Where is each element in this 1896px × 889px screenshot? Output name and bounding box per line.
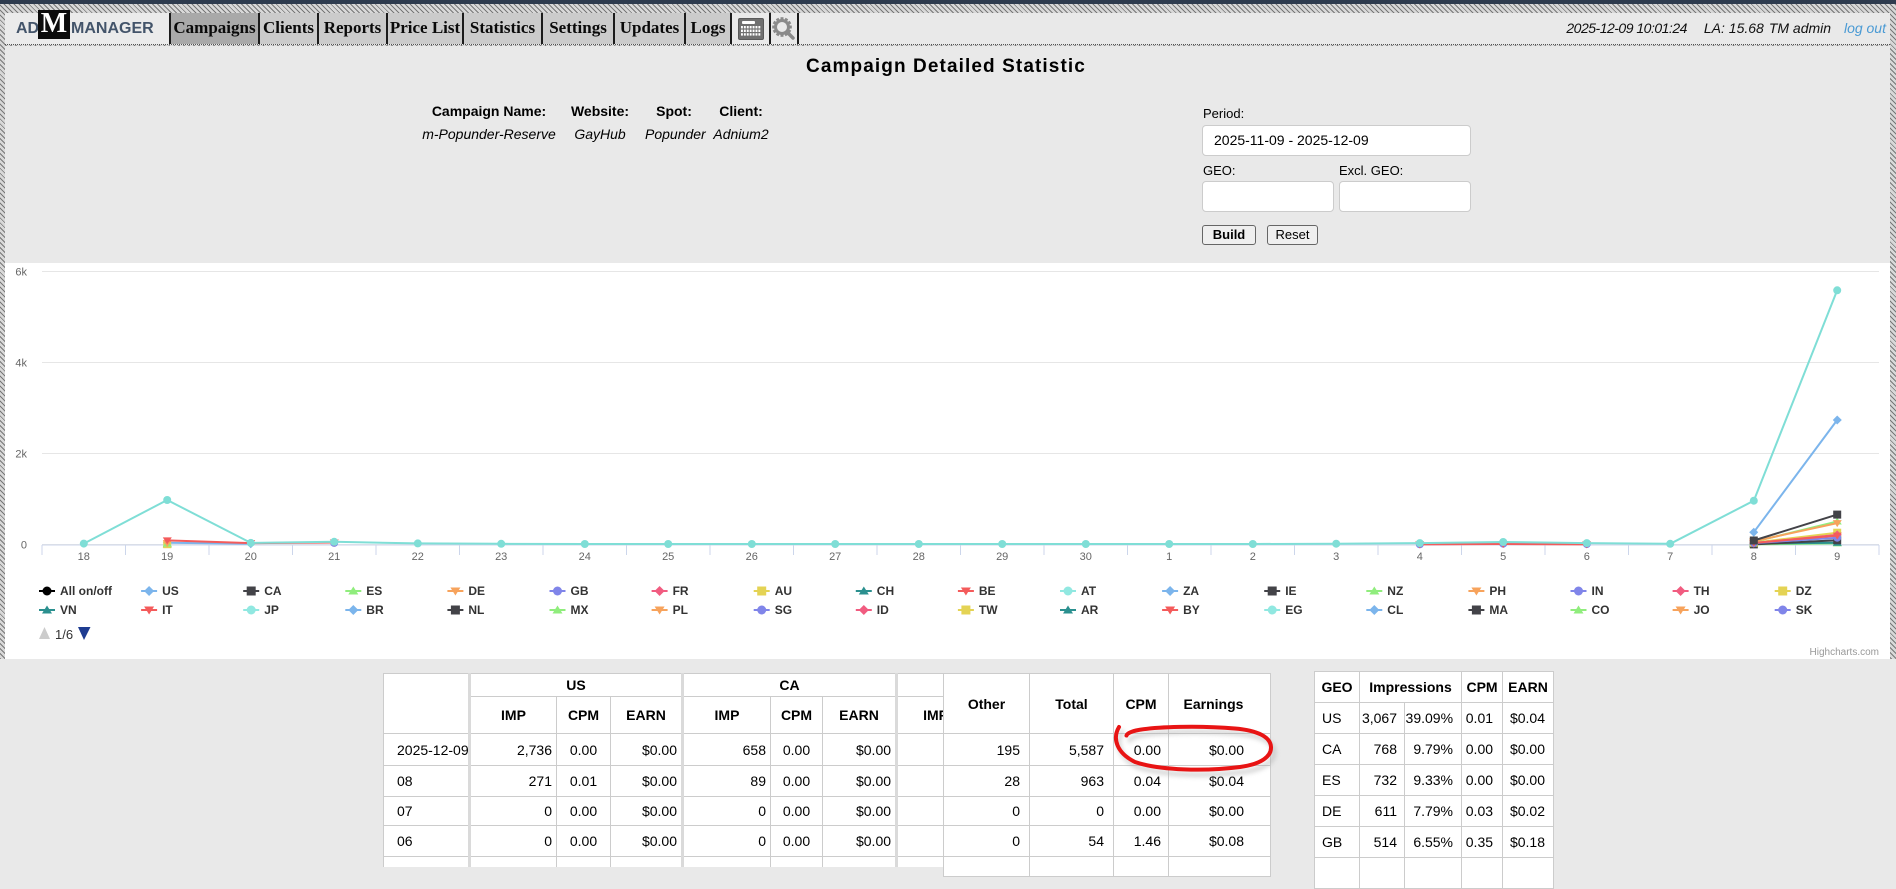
svg-text:VN: VN — [60, 603, 77, 617]
svg-text:NZ: NZ — [1387, 584, 1403, 598]
svg-text:CL: CL — [1387, 603, 1403, 617]
svg-text:22: 22 — [412, 551, 424, 563]
svg-text:20: 20 — [245, 551, 257, 563]
svg-text:28: 28 — [913, 551, 925, 563]
svg-text:29: 29 — [996, 551, 1008, 563]
svg-text:BE: BE — [979, 584, 996, 598]
svg-text:2k: 2k — [15, 449, 27, 461]
svg-text:8: 8 — [1751, 551, 1757, 563]
svg-text:ES: ES — [366, 584, 382, 598]
svg-text:DE: DE — [468, 584, 485, 598]
svg-text:FR: FR — [673, 584, 689, 598]
svg-text:GB: GB — [571, 584, 589, 598]
svg-text:5: 5 — [1500, 551, 1506, 563]
svg-text:26: 26 — [746, 551, 758, 563]
svg-text:1: 1 — [1166, 551, 1172, 563]
svg-text:25: 25 — [662, 551, 674, 563]
svg-text:ZA: ZA — [1183, 584, 1199, 598]
svg-text:JO: JO — [1694, 603, 1710, 617]
svg-text:IT: IT — [162, 603, 173, 617]
svg-text:6: 6 — [1584, 551, 1590, 563]
svg-text:BR: BR — [366, 603, 384, 617]
svg-text:18: 18 — [78, 551, 90, 563]
svg-text:TH: TH — [1694, 584, 1710, 598]
svg-text:MX: MX — [571, 603, 589, 617]
svg-text:9: 9 — [1834, 551, 1840, 563]
svg-text:4: 4 — [1417, 551, 1423, 563]
svg-text:2: 2 — [1250, 551, 1256, 563]
svg-text:All on/off: All on/off — [60, 584, 113, 598]
svg-text:NL: NL — [468, 603, 484, 617]
svg-text:AT: AT — [1081, 584, 1097, 598]
svg-text:CA: CA — [264, 584, 282, 598]
svg-text:IN: IN — [1592, 584, 1604, 598]
svg-text:Highcharts.com: Highcharts.com — [1810, 647, 1879, 658]
svg-text:JP: JP — [264, 603, 279, 617]
svg-text:7: 7 — [1667, 551, 1673, 563]
svg-text:23: 23 — [495, 551, 507, 563]
svg-text:PH: PH — [1489, 584, 1506, 598]
svg-text:CO: CO — [1592, 603, 1610, 617]
svg-text:MA: MA — [1489, 603, 1508, 617]
svg-text:BY: BY — [1183, 603, 1200, 617]
svg-text:PL: PL — [673, 603, 688, 617]
svg-text:21: 21 — [328, 551, 340, 563]
svg-text:6k: 6k — [15, 267, 27, 279]
svg-text:IE: IE — [1285, 584, 1296, 598]
svg-text:US: US — [162, 584, 179, 598]
svg-text:3: 3 — [1333, 551, 1339, 563]
svg-text:CH: CH — [877, 584, 894, 598]
svg-text:27: 27 — [829, 551, 841, 563]
svg-text:4k: 4k — [15, 358, 27, 370]
svg-text:24: 24 — [579, 551, 591, 563]
svg-text:AU: AU — [775, 584, 792, 598]
svg-text:EG: EG — [1285, 603, 1302, 617]
svg-text:SG: SG — [775, 603, 792, 617]
svg-text:TW: TW — [979, 603, 998, 617]
svg-text:ID: ID — [877, 603, 889, 617]
svg-text:SK: SK — [1796, 603, 1813, 617]
svg-text:DZ: DZ — [1796, 584, 1812, 598]
svg-text:0: 0 — [21, 540, 27, 552]
svg-text:AR: AR — [1081, 603, 1099, 617]
svg-text:30: 30 — [1080, 551, 1092, 563]
svg-text:1/6: 1/6 — [55, 627, 73, 642]
svg-text:19: 19 — [161, 551, 173, 563]
